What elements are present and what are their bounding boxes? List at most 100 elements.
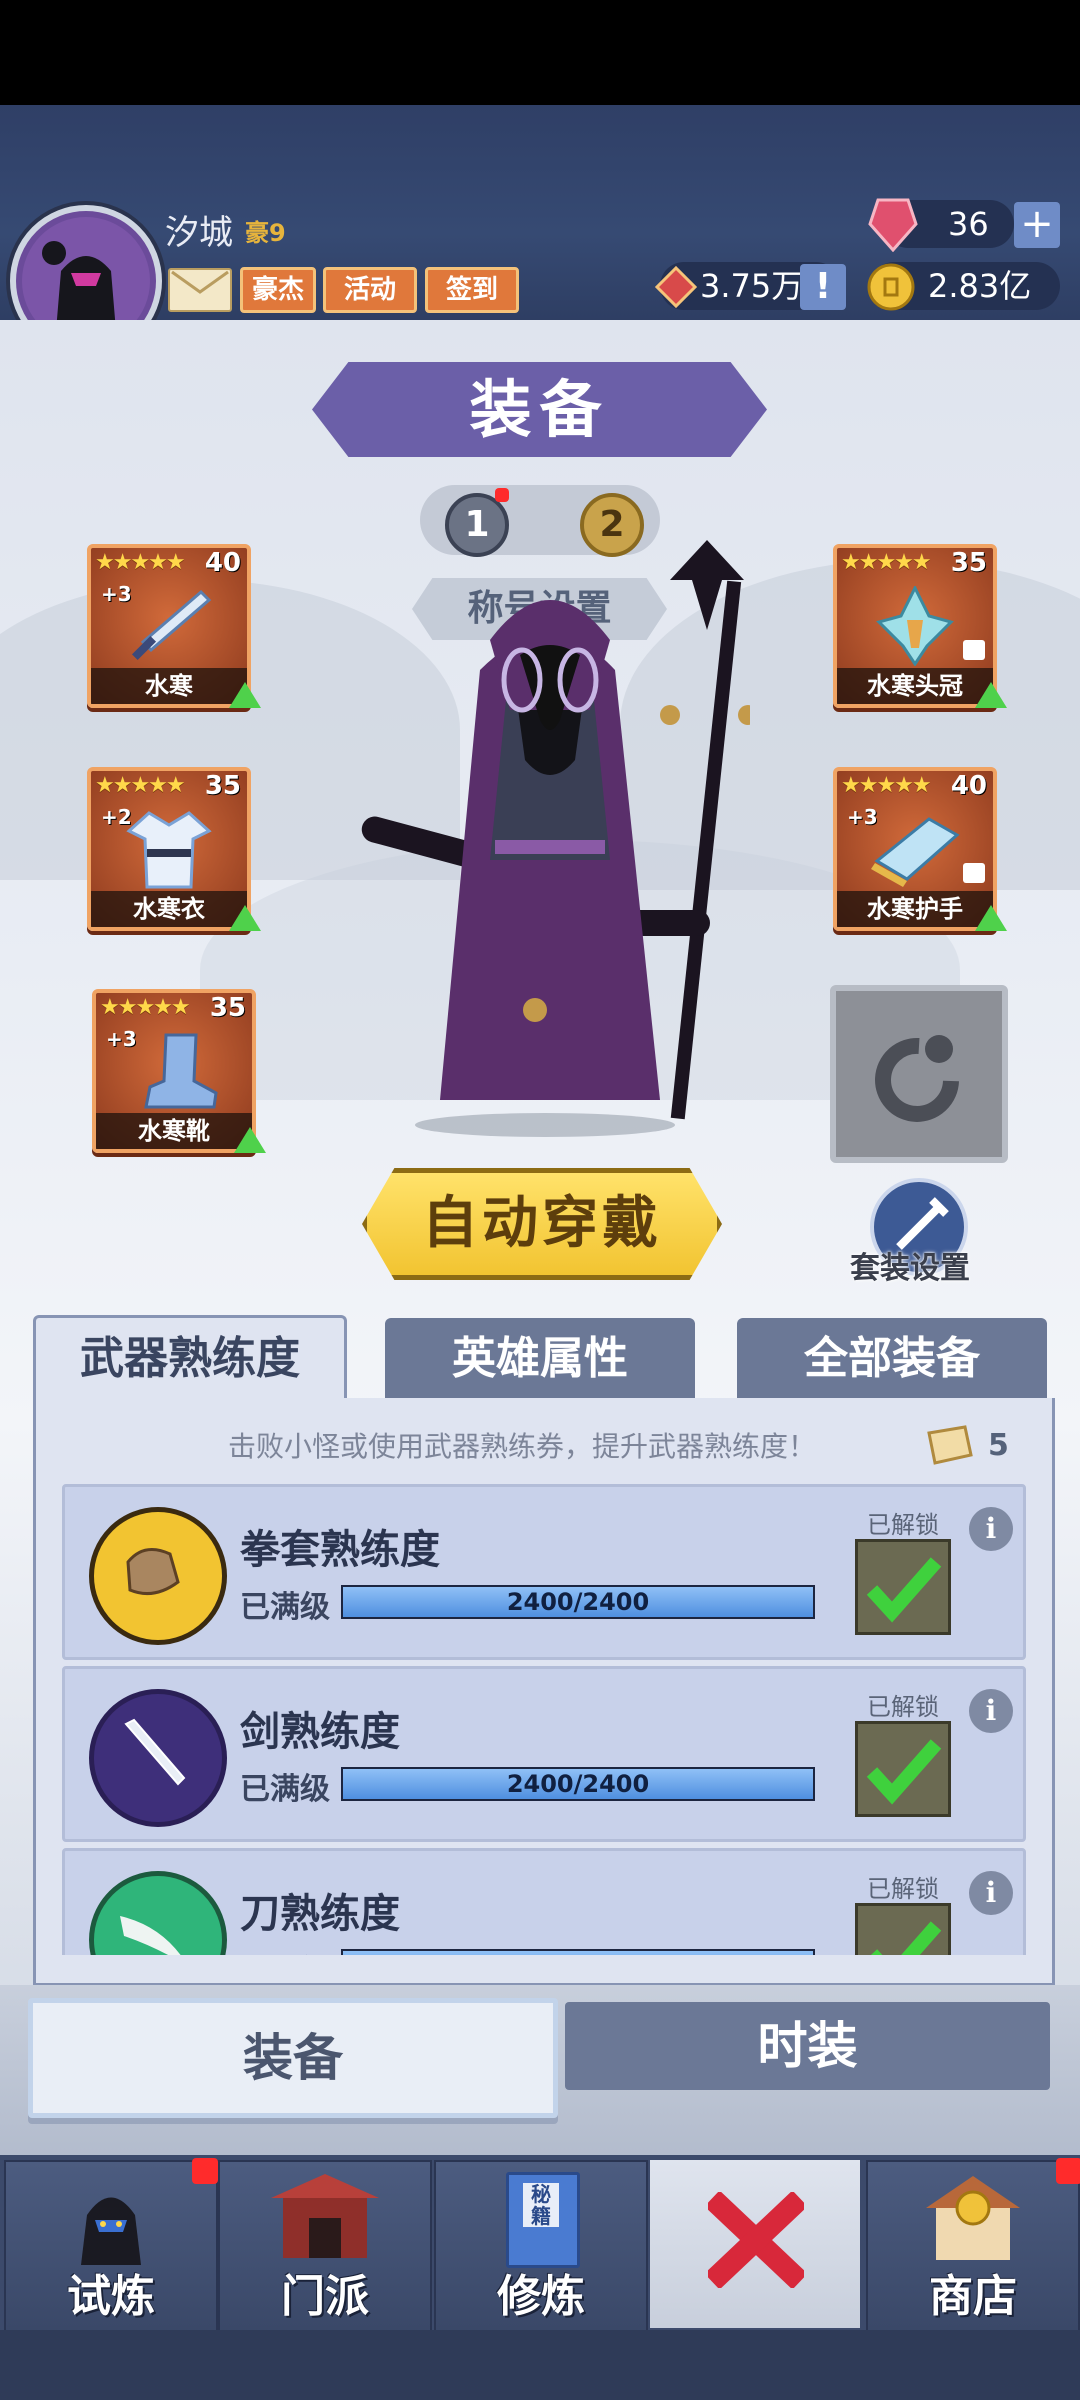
tab-hero-attributes[interactable]: 英雄属性 (385, 1318, 695, 1400)
add-gems-button[interactable]: + (1014, 202, 1060, 248)
nav-sect[interactable]: 门派 (218, 2160, 432, 2332)
slot-level: 40 (950, 771, 987, 801)
crown-icon (876, 586, 954, 666)
shop-icon (926, 2176, 1020, 2260)
mail-icon[interactable] (168, 268, 232, 312)
hero-character (360, 540, 758, 1140)
mastery-hint: 击败小怪或使用武器熟练券，提升武器熟练度！ (228, 1430, 817, 1463)
nav-close-button[interactable] (650, 2160, 860, 2328)
mastery-status: 已满级 (240, 1590, 330, 1625)
shop-notice-dot (1056, 2158, 1080, 2184)
status-bar (0, 0, 1080, 105)
sword-icon (89, 1689, 227, 1827)
lock-icon (963, 863, 985, 883)
sword-icon (131, 589, 212, 661)
honor-icon (654, 265, 698, 312)
tab-weapon-mastery[interactable]: 武器熟练度 (33, 1315, 347, 1406)
nav-cultivate[interactable]: 秘籍 修炼 (434, 2160, 648, 2332)
mastery-list[interactable]: 拳套熟练度 已满级 2400/2400 已解锁 i 剑熟练度 已满级 2400/… (0, 1480, 1080, 1955)
hero-button[interactable]: 豪杰 (240, 267, 316, 313)
slot-empty[interactable] (830, 985, 1008, 1163)
boots-icon (144, 1033, 218, 1109)
tab-all-gear[interactable]: 全部装备 (737, 1318, 1047, 1400)
vip-level: 豪9 (245, 219, 286, 247)
book-label: 秘籍 (523, 2183, 559, 2227)
page-title: 装备 (312, 362, 767, 457)
slot-stars: ★★★★★ (95, 773, 186, 798)
mastery-row-sword[interactable]: 剑熟练度 已满级 2400/2400 已解锁 i (62, 1666, 1026, 1842)
mastery-status: 已满级 (240, 1772, 330, 1807)
mastery-row-gauntlet[interactable]: 拳套熟练度 已满级 2400/2400 已解锁 i (62, 1484, 1026, 1660)
nav-trial[interactable]: 试炼 (4, 2160, 218, 2332)
slot-name: 水寒 (91, 668, 247, 704)
mastery-progress-fill (343, 1951, 813, 1955)
upgrade-arrow-icon (975, 682, 1007, 708)
nav-trial-label: 试炼 (67, 2271, 155, 2322)
gem-count: 36 (948, 205, 989, 243)
slot-bracer[interactable]: ★★★★★ 40 +3 水寒护手 (833, 767, 1007, 931)
system-nav-bar (0, 2330, 1080, 2400)
slot-boots[interactable]: ★★★★★ 35 +3 水寒靴 (92, 989, 266, 1153)
slot-armor[interactable]: ★★★★★ 35 +2 水寒衣 (87, 767, 261, 931)
slot-stars: ★★★★★ (100, 995, 191, 1020)
upgrade-arrow-icon (975, 905, 1007, 931)
temple-gate-icon (271, 2174, 379, 2258)
unlocked-check-icon (855, 1539, 951, 1635)
slot-level: 35 (950, 548, 987, 578)
slot-name: 水寒头冠 (837, 668, 993, 704)
bracer-icon (871, 817, 960, 887)
mastery-status: 已满级 (240, 1946, 330, 1955)
activity-button[interactable]: 活动 (323, 267, 417, 313)
mastery-title: 拳套熟练度 (240, 1527, 440, 1573)
close-icon (708, 2192, 804, 2288)
auto-wear-button[interactable]: 自动穿戴 (362, 1168, 722, 1280)
nav-shop[interactable]: 商店 (866, 2160, 1080, 2332)
signin-button[interactable]: 签到 (425, 267, 519, 313)
slot-name: 水寒衣 (91, 891, 247, 927)
mastery-progress-bar: 2400/2400 (341, 1585, 815, 1619)
suit-setting-label: 套装设置 (850, 1251, 970, 1286)
scroll-ticket-icon (925, 1425, 975, 1469)
upgrade-arrow-icon (229, 905, 261, 931)
robe-icon (126, 811, 212, 889)
lock-icon (963, 640, 985, 660)
unlocked-label: 已解锁 (867, 1693, 939, 1721)
tab-fashion-label: 时装 (757, 2017, 858, 2075)
tab-fashion[interactable]: 时装 (565, 2002, 1050, 2090)
slot-level: 40 (204, 548, 241, 578)
slot-weapon[interactable]: ★★★★★ 40 +3 水寒 (87, 544, 261, 708)
unlocked-label: 已解锁 (867, 1511, 939, 1539)
slot-stars: ★★★★★ (841, 550, 932, 575)
mastery-progress-bar (341, 1949, 815, 1955)
gold-amount: 2.83亿 (928, 267, 1032, 305)
slot-stars: ★★★★★ (95, 550, 186, 575)
mastery-progress-text: 2400/2400 (506, 1588, 650, 1616)
tab-equip-label: 装备 (243, 2029, 343, 2087)
refresh-icon (875, 1035, 959, 1122)
mastery-progress-text: 2400/2400 (506, 1770, 650, 1798)
mastery-title: 剑熟练度 (240, 1709, 400, 1755)
upgrade-arrow-icon (234, 1127, 266, 1153)
slot-stars: ★★★★★ (841, 773, 932, 798)
info-button[interactable]: i (969, 1507, 1013, 1551)
nav-cultivate-label: 修炼 (497, 2271, 585, 2322)
mastery-row-blade[interactable]: 刀熟练度 已满级 已解锁 i (62, 1848, 1026, 1955)
unlocked-check-icon (855, 1903, 951, 1955)
slot-name: 水寒靴 (96, 1113, 252, 1149)
honor-amount: 3.75万 (700, 267, 804, 305)
blade-icon (89, 1871, 227, 1955)
ticket-count: 5 (988, 1428, 1009, 1463)
gauntlet-icon (89, 1507, 227, 1645)
trial-notice-dot (192, 2158, 218, 2184)
secret-book-icon: 秘籍 (506, 2172, 580, 2268)
info-button[interactable]: i (969, 1871, 1013, 1915)
mastery-progress-bar: 2400/2400 (341, 1767, 815, 1801)
slot-helmet[interactable]: ★★★★★ 35 水寒头冠 (833, 544, 1007, 708)
unlocked-check-icon (855, 1721, 951, 1817)
player-name: 汐城 (165, 213, 233, 253)
tab-equip[interactable]: 装备 (28, 1998, 558, 2118)
slot-level: 35 (204, 771, 241, 801)
gold-coin-icon (866, 262, 916, 316)
honor-info-button[interactable]: ! (800, 264, 846, 310)
info-button[interactable]: i (969, 1689, 1013, 1733)
